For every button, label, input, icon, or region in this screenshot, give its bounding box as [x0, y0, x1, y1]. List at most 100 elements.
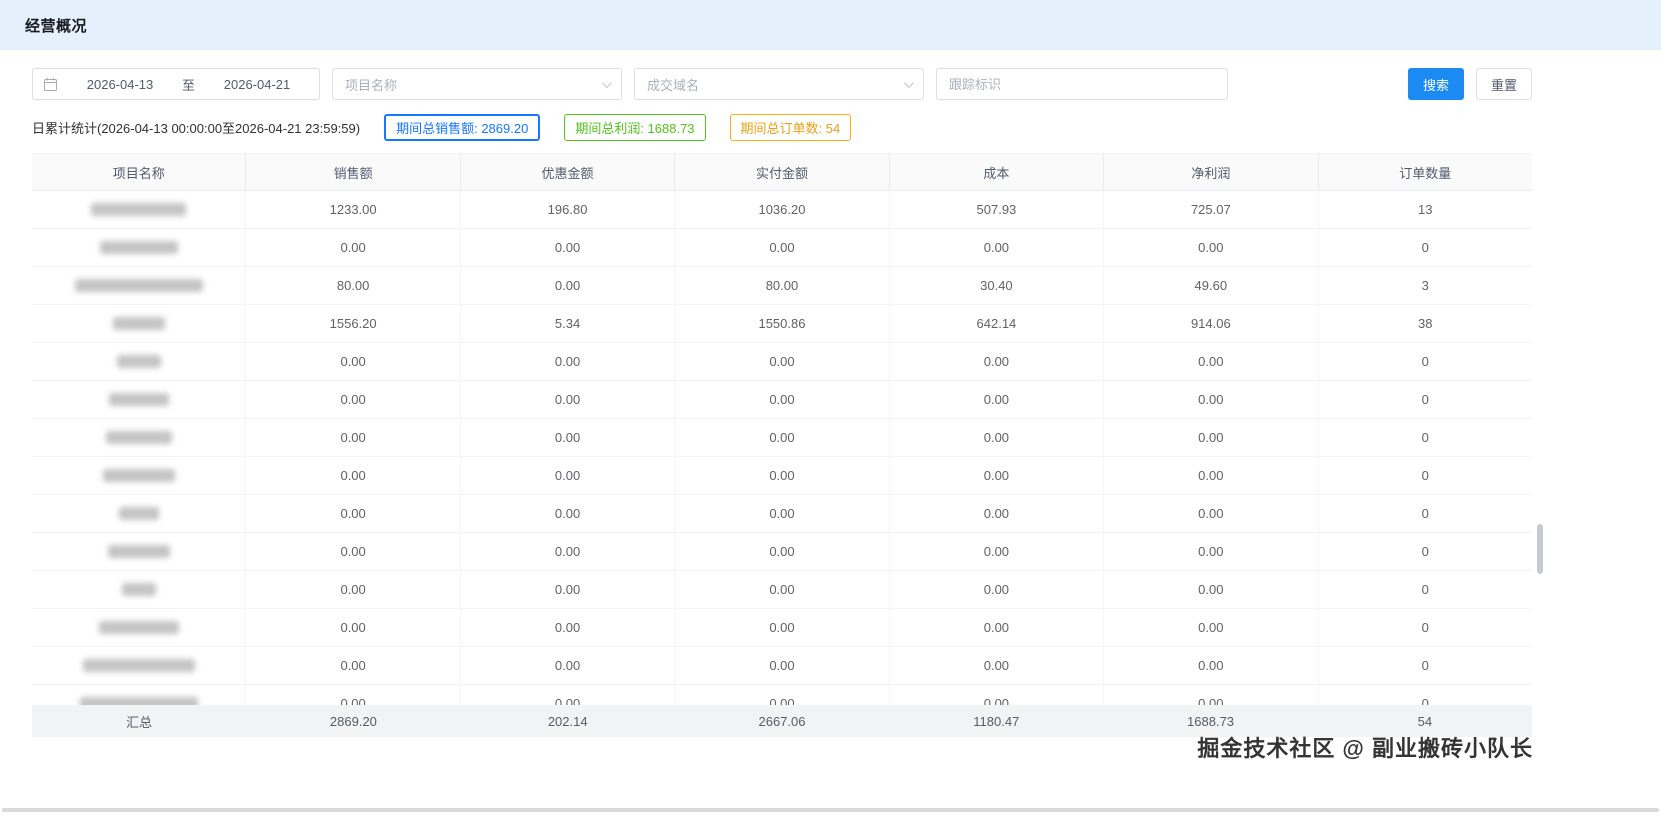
table-cell: 80.00	[246, 267, 460, 304]
column-header: 成本	[890, 154, 1104, 190]
table-cell: 0.00	[461, 571, 675, 608]
table-cell: 1556.20	[246, 305, 460, 342]
redacted-project-name	[91, 203, 186, 216]
table-cell: 0	[1319, 609, 1532, 646]
table-cell: 0.00	[1104, 609, 1318, 646]
table-cell: 196.80	[461, 191, 675, 228]
table-cell: 0.00	[675, 229, 889, 266]
table-cell: 49.60	[1104, 267, 1318, 304]
table-cell: 0.00	[461, 229, 675, 266]
table-cell: 0.00	[675, 533, 889, 570]
table-cell: 0.00	[890, 533, 1104, 570]
stats-table: 项目名称销售额优惠金额实付金额成本净利润订单数量 1233.00196.8010…	[32, 153, 1532, 737]
table-cell: 1233.00	[246, 191, 460, 228]
total-profit-badge: 期间总利润: 1688.73	[564, 114, 705, 141]
table-cell: 0.00	[890, 609, 1104, 646]
table-cell: 0.00	[246, 647, 460, 684]
horizontal-scrollbar-track[interactable]	[2, 808, 1659, 812]
start-date-value[interactable]: 2026-04-13	[68, 77, 172, 92]
watermark-text: 掘金技术社区 @ 副业搬砖小队长	[1197, 731, 1533, 763]
project-name-cell	[32, 571, 246, 608]
table-cell: 0	[1319, 343, 1532, 380]
project-name-cell	[32, 609, 246, 646]
table-cell: 80.00	[675, 267, 889, 304]
table-row: 1556.205.341550.86642.14914.0638	[32, 305, 1532, 343]
table-row: 80.000.0080.0030.4049.603	[32, 267, 1532, 305]
table-cell: 0.00	[246, 685, 460, 705]
table-cell: 0.00	[1104, 495, 1318, 532]
footer-summary-cell: 2667.06	[675, 705, 889, 737]
chevron-down-icon	[602, 78, 612, 88]
project-name-cell	[32, 533, 246, 570]
table-cell: 0.00	[675, 457, 889, 494]
redacted-project-name	[109, 393, 169, 406]
table-cell: 0.00	[890, 457, 1104, 494]
table-row: 1233.00196.801036.20507.93725.0713	[32, 191, 1532, 229]
calendar-icon	[43, 77, 58, 92]
table-row: 0.000.000.000.000.000	[32, 343, 1532, 381]
table-cell: 0	[1319, 571, 1532, 608]
project-name-cell	[32, 267, 246, 304]
table-row: 0.000.000.000.000.000	[32, 685, 1532, 705]
column-header: 项目名称	[32, 154, 246, 190]
table-cell: 0.00	[246, 533, 460, 570]
table-cell: 0.00	[675, 609, 889, 646]
column-header: 实付金额	[675, 154, 889, 190]
date-range-picker[interactable]: 2026-04-13 至 2026-04-21	[32, 68, 320, 100]
total-orders-badge: 期间总订单数: 54	[730, 114, 852, 141]
table-cell: 0.00	[890, 381, 1104, 418]
table-cell: 0.00	[461, 457, 675, 494]
table-cell: 1036.20	[675, 191, 889, 228]
table-row: 0.000.000.000.000.000	[32, 419, 1532, 457]
footer-summary-cell: 1180.47	[889, 705, 1103, 737]
end-date-value[interactable]: 2026-04-21	[205, 77, 309, 92]
table-row: 0.000.000.000.000.000	[32, 381, 1532, 419]
table-cell: 0.00	[675, 343, 889, 380]
redacted-project-name	[75, 279, 203, 292]
table-cell: 0.00	[246, 495, 460, 532]
table-cell: 507.93	[890, 191, 1104, 228]
table-cell: 0.00	[246, 609, 460, 646]
table-cell: 725.07	[1104, 191, 1318, 228]
table-row: 0.000.000.000.000.000	[32, 647, 1532, 685]
date-range-separator: 至	[182, 75, 195, 94]
footer-summary-label: 汇总	[32, 705, 246, 737]
track-id-input[interactable]	[936, 68, 1228, 100]
table-cell: 13	[1319, 191, 1532, 228]
table-cell: 0.00	[675, 381, 889, 418]
table-cell: 0.00	[246, 381, 460, 418]
page-header: 经营概况	[0, 0, 1661, 50]
project-name-cell	[32, 381, 246, 418]
table-cell: 0	[1319, 419, 1532, 456]
redacted-project-name	[103, 469, 175, 482]
table-cell: 0	[1319, 685, 1532, 705]
table-row: 0.000.000.000.000.000	[32, 495, 1532, 533]
table-row: 0.000.000.000.000.000	[32, 571, 1532, 609]
project-select-placeholder: 项目名称	[345, 75, 397, 94]
project-name-cell	[32, 457, 246, 494]
table-cell: 0.00	[461, 267, 675, 304]
table-cell: 0.00	[461, 609, 675, 646]
search-button[interactable]: 搜索	[1408, 68, 1464, 100]
table-body[interactable]: 1233.00196.801036.20507.93725.07130.000.…	[32, 191, 1532, 705]
table-cell: 0	[1319, 457, 1532, 494]
reset-button[interactable]: 重置	[1476, 68, 1532, 100]
table-cell: 0.00	[1104, 229, 1318, 266]
table-cell: 914.06	[1104, 305, 1318, 342]
footer-summary-cell: 2869.20	[246, 705, 460, 737]
table-cell: 0.00	[675, 685, 889, 705]
table-cell: 0.00	[1104, 647, 1318, 684]
table-cell: 0.00	[246, 229, 460, 266]
table-cell: 3	[1319, 267, 1532, 304]
table-cell: 0.00	[461, 495, 675, 532]
table-cell: 0.00	[890, 685, 1104, 705]
deal-domain-select[interactable]: 成交域名	[634, 68, 924, 100]
column-header: 净利润	[1104, 154, 1318, 190]
redacted-project-name	[100, 241, 178, 254]
redacted-project-name	[122, 583, 156, 596]
project-name-cell	[32, 191, 246, 228]
vertical-scrollbar-thumb[interactable]	[1537, 524, 1543, 574]
table-cell: 0.00	[1104, 381, 1318, 418]
project-name-select[interactable]: 项目名称	[332, 68, 622, 100]
table-cell: 0	[1319, 533, 1532, 570]
